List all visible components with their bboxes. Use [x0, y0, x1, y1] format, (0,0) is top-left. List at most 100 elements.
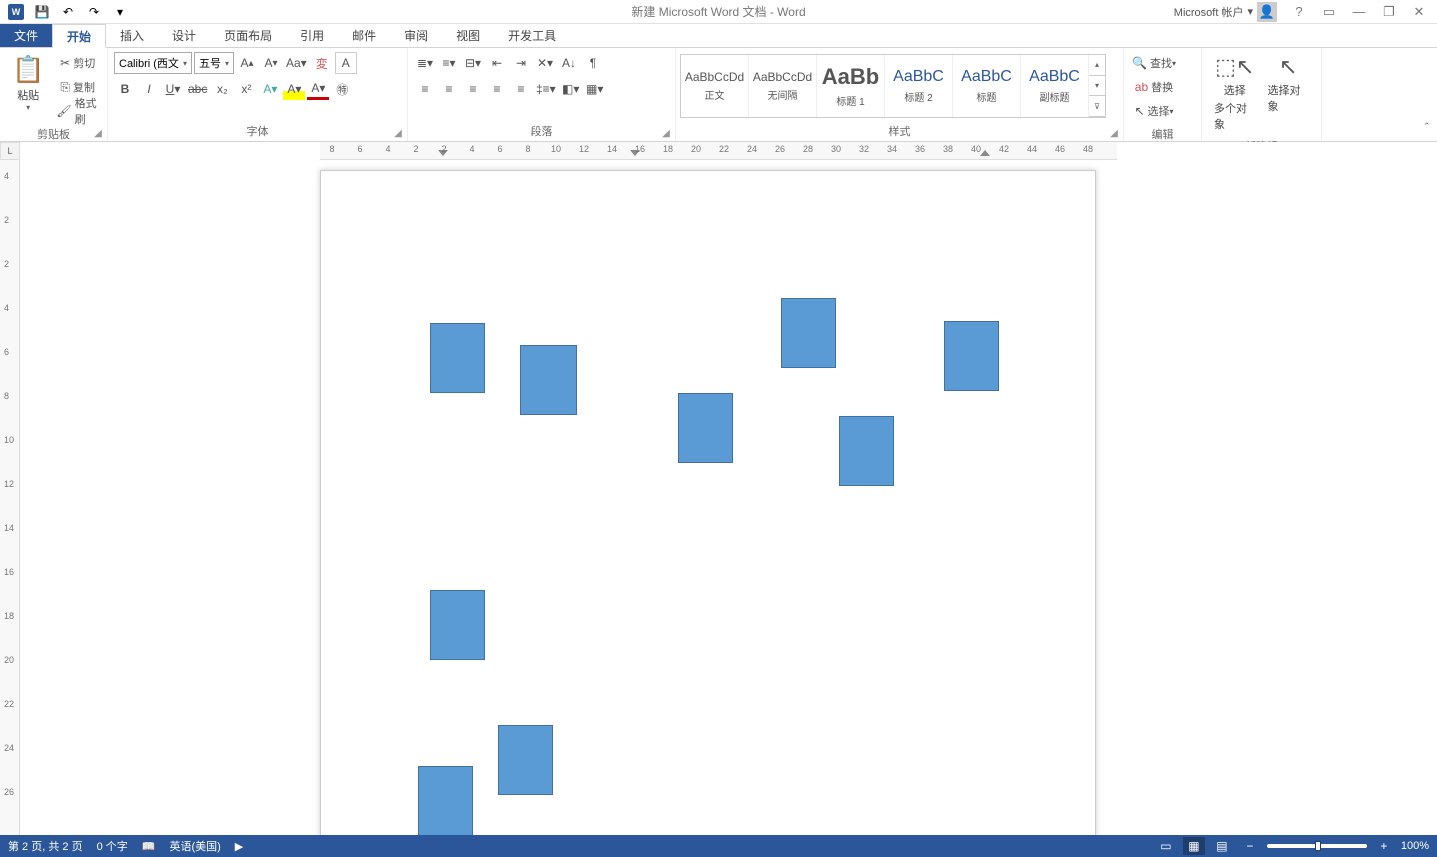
rectangle-shape[interactable]: [944, 321, 999, 391]
font-name-combo[interactable]: Calibri (西文▾: [114, 52, 192, 74]
vertical-ruler[interactable]: 422468101214161820222426: [0, 160, 20, 835]
print-view-button[interactable]: ▦: [1183, 837, 1205, 855]
web-view-button[interactable]: ▤: [1211, 837, 1233, 855]
text-effects-button[interactable]: A▾: [259, 78, 281, 100]
minimize-button[interactable]: —: [1345, 2, 1373, 22]
styles-launcher[interactable]: ◢: [1107, 126, 1121, 140]
cut-button[interactable]: ✂剪切: [54, 52, 101, 74]
change-case-button[interactable]: Aa▾: [284, 52, 309, 74]
gallery-up-button[interactable]: ▴: [1089, 55, 1105, 76]
replace-button[interactable]: ab替换: [1130, 76, 1178, 98]
rectangle-shape[interactable]: [418, 766, 473, 835]
tab-dev[interactable]: 开发工具: [494, 24, 570, 47]
rectangle-shape[interactable]: [781, 298, 836, 368]
restore-button[interactable]: ❐: [1375, 2, 1403, 22]
macro-button[interactable]: ▶: [235, 840, 243, 853]
subscript-button[interactable]: x₂: [211, 78, 233, 100]
zoom-slider[interactable]: [1267, 844, 1367, 848]
italic-button[interactable]: I: [138, 78, 160, 100]
phonetic-guide-button[interactable]: 変: [311, 52, 333, 74]
shading-button[interactable]: ◧▾: [560, 78, 582, 100]
paste-button[interactable]: 📋 粘贴 ▾: [6, 52, 50, 114]
zoom-level[interactable]: 100%: [1401, 840, 1429, 852]
multilevel-button[interactable]: ⊟▾: [462, 52, 484, 74]
rectangle-shape[interactable]: [520, 345, 577, 415]
text-direction-button[interactable]: ✕▾: [534, 52, 556, 74]
font-color-button[interactable]: A▾: [307, 78, 329, 100]
find-button[interactable]: 🔍查找▾: [1130, 52, 1178, 74]
gallery-more-button[interactable]: ⊽: [1089, 96, 1105, 117]
distribute-button[interactable]: ≡: [510, 78, 532, 100]
justify-button[interactable]: ≡: [486, 78, 508, 100]
show-marks-button[interactable]: ¶: [582, 52, 604, 74]
document-area[interactable]: [20, 160, 1437, 835]
tab-review[interactable]: 审阅: [390, 24, 442, 47]
superscript-button[interactable]: x²: [235, 78, 257, 100]
spellcheck-button[interactable]: 📖: [142, 840, 156, 853]
align-right-button[interactable]: ≡: [462, 78, 484, 100]
enclose-char-button[interactable]: ㊕: [331, 78, 353, 100]
zoom-out-button[interactable]: −: [1239, 837, 1261, 855]
word-app-icon[interactable]: W: [4, 2, 28, 22]
tab-insert[interactable]: 插入: [106, 24, 158, 47]
redo-button[interactable]: ↷: [82, 2, 106, 22]
style-normal[interactable]: AaBbCcDd正文: [681, 55, 749, 117]
borders-button[interactable]: ▦▾: [584, 78, 606, 100]
rectangle-shape[interactable]: [498, 725, 553, 795]
select-object-button[interactable]: ↖ 选择对象: [1262, 52, 1316, 116]
style-heading2[interactable]: AaBbC标题 2: [885, 55, 953, 117]
rectangle-shape[interactable]: [430, 590, 485, 660]
tab-file[interactable]: 文件: [0, 24, 52, 47]
underline-button[interactable]: U▾: [162, 78, 184, 100]
sort-button[interactable]: A↓: [558, 52, 580, 74]
account-label[interactable]: Microsoft 帐户 ▾ 👤: [1174, 2, 1277, 22]
clear-format-button[interactable]: A: [335, 52, 357, 74]
grow-font-button[interactable]: A▴: [236, 52, 258, 74]
zoom-thumb[interactable]: [1315, 841, 1321, 851]
tab-layout[interactable]: 页面布局: [210, 24, 286, 47]
undo-button[interactable]: ↶: [56, 2, 80, 22]
select-button[interactable]: ↖选择▾: [1130, 100, 1178, 122]
select-multiple-objects-button[interactable]: ⬚↖ 选择 多个对象: [1208, 52, 1262, 134]
numbering-button[interactable]: ≡▾: [438, 52, 460, 74]
rectangle-shape[interactable]: [430, 323, 485, 393]
align-left-button[interactable]: ≡: [414, 78, 436, 100]
qat-customize-button[interactable]: ▾: [108, 2, 132, 22]
clipboard-launcher[interactable]: ◢: [91, 126, 105, 140]
close-button[interactable]: ✕: [1405, 2, 1433, 22]
strike-button[interactable]: abc: [186, 78, 209, 100]
outdent-button[interactable]: ⇤: [486, 52, 508, 74]
style-title[interactable]: AaBbC标题: [953, 55, 1021, 117]
horizontal-ruler[interactable]: 8642246810121416182022242628303234363840…: [320, 142, 1117, 160]
rectangle-shape[interactable]: [678, 393, 733, 463]
style-subtitle[interactable]: AaBbC副标题: [1021, 55, 1089, 117]
indent-button[interactable]: ⇥: [510, 52, 532, 74]
bullets-button[interactable]: ≣▾: [414, 52, 436, 74]
read-view-button[interactable]: ▭: [1155, 837, 1177, 855]
style-heading1[interactable]: AaBb标题 1: [817, 55, 885, 117]
gallery-down-button[interactable]: ▾: [1089, 76, 1105, 97]
font-launcher[interactable]: ◢: [391, 126, 405, 140]
tab-mail[interactable]: 邮件: [338, 24, 390, 47]
format-painter-button[interactable]: 🖌格式刷: [54, 100, 101, 122]
page-indicator[interactable]: 第 2 页, 共 2 页: [8, 838, 83, 854]
rectangle-shape[interactable]: [839, 416, 894, 486]
tab-view[interactable]: 视图: [442, 24, 494, 47]
tab-design[interactable]: 设计: [158, 24, 210, 47]
ruler-corner[interactable]: L: [0, 142, 20, 160]
shrink-font-button[interactable]: A▾: [260, 52, 282, 74]
page[interactable]: [320, 170, 1096, 835]
align-center-button[interactable]: ≡: [438, 78, 460, 100]
indent-right-marker[interactable]: [980, 150, 990, 156]
ribbon-options-button[interactable]: ▭: [1315, 2, 1343, 22]
word-count[interactable]: 0 个字: [97, 838, 128, 854]
language-indicator[interactable]: 英语(美国): [169, 838, 220, 854]
help-button[interactable]: ?: [1285, 2, 1313, 22]
style-nospacing[interactable]: AaBbCcDd无间隔: [749, 55, 817, 117]
tab-references[interactable]: 引用: [286, 24, 338, 47]
tab-home[interactable]: 开始: [52, 24, 106, 48]
paragraph-launcher[interactable]: ◢: [659, 126, 673, 140]
bold-button[interactable]: B: [114, 78, 136, 100]
line-spacing-button[interactable]: ‡≡▾: [534, 78, 558, 100]
zoom-in-button[interactable]: +: [1373, 837, 1395, 855]
